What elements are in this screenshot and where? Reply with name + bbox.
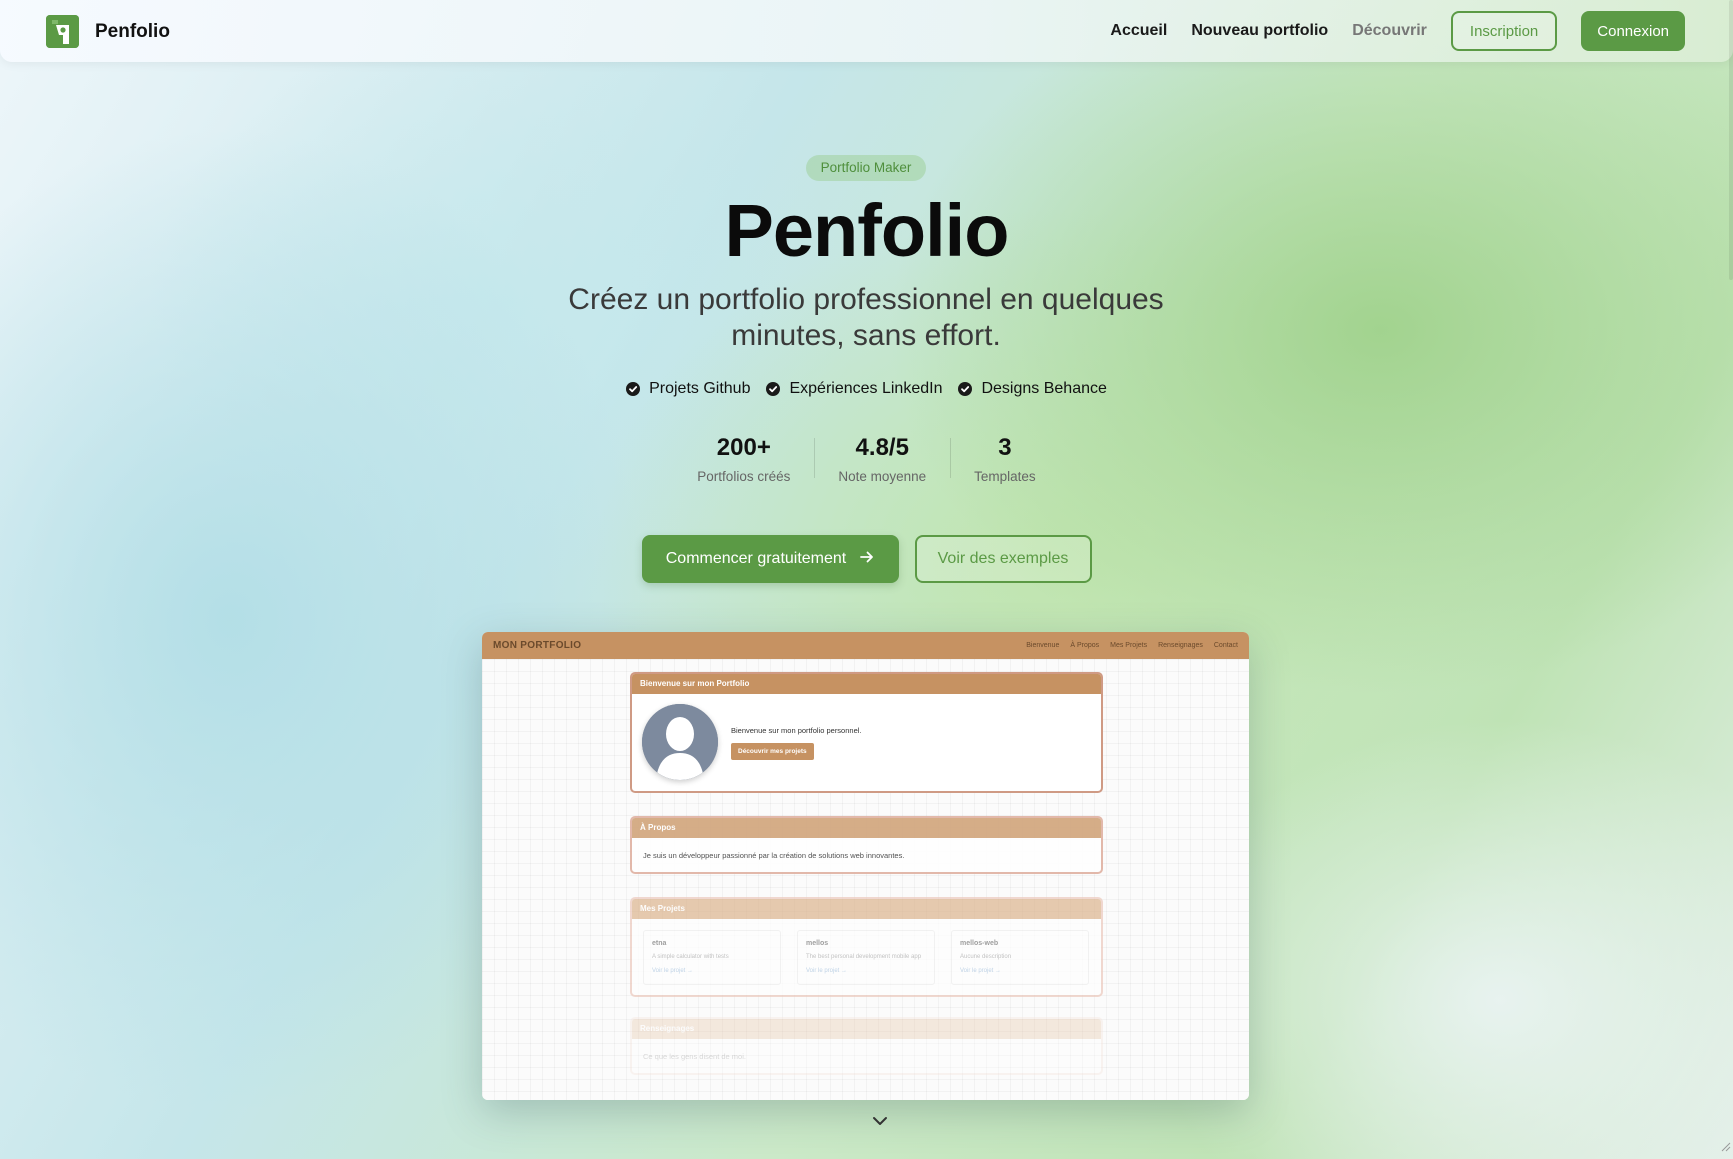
main-nav: Accueil Nouveau portfolio Découvrir Insc… [1110,11,1685,51]
resize-grip-icon[interactable] [1719,1139,1731,1157]
chevron-down-icon[interactable] [872,1113,888,1131]
hero-subtitle: Créez un portfolio professionnel en quel… [568,283,1164,352]
stat-value: 3 [998,434,1012,461]
portfolio-preview: MON PORTFOLIO Bienvenue À Propos Mes Pro… [482,632,1249,1100]
card-title: Mes Projets [632,899,1101,919]
avatar [642,704,718,780]
project-link: Voir le projet → [806,968,848,974]
preview-body: Bienvenue sur mon Portfolio Bienvenue su… [482,659,1249,1100]
preview-nav-item: Mes Projets [1110,642,1148,649]
project-desc: The best personal development mobile app [806,954,922,960]
top-navbar: Penfolio Accueil Nouveau portfolio Décou… [0,0,1733,62]
project-desc: A simple calculator with tests [652,954,729,960]
renseignages-text: Ce que les gens disent de moi. [643,1052,746,1061]
stats-row: 200+ Portfolios créés 4.8/5 Note moyenne… [0,434,1733,484]
preview-welcome-card: Bienvenue sur mon Portfolio Bienvenue su… [630,672,1103,793]
stat-rating: 4.8/5 Note moyenne [814,434,950,484]
brand-link[interactable]: Penfolio [46,15,170,48]
stat-value: 200+ [716,434,771,461]
project-tile: etna A simple calculator with tests Voir… [643,930,781,985]
connexion-button[interactable]: Connexion [1581,11,1685,51]
project-tile: mellos The best personal development mob… [797,930,935,985]
preview-nav-item: Renseignages [1158,642,1203,649]
nav-accueil[interactable]: Accueil [1110,22,1167,40]
card-title: Bienvenue sur mon Portfolio [632,674,1101,694]
preview-nav-item: À Propos [1070,642,1100,649]
preview-navbar: MON PORTFOLIO Bienvenue À Propos Mes Pro… [482,632,1249,659]
feature-label: Expériences LinkedIn [789,380,943,397]
check-circle-icon [766,382,781,396]
cta-row: Commencer gratuitement Voir des exemples [0,535,1733,583]
feature-item: Designs Behance [958,380,1107,398]
check-circle-icon [958,382,973,396]
feature-label: Designs Behance [981,380,1107,397]
preview-projects-card: Mes Projets etna A simple calculator wit… [630,897,1103,997]
preview-nav: Bienvenue À Propos Mes Projets Renseigna… [1015,642,1238,649]
preview-about-card: À Propos Je suis un développeur passionn… [630,816,1103,874]
hero-tag: Portfolio Maker [806,155,926,181]
start-free-label: Commencer gratuitement [665,550,847,567]
stat-label: Portfolios créés [697,469,791,484]
project-name: mellos-web [960,940,999,947]
see-examples-button[interactable]: Voir des exemples [914,535,1092,583]
preview-renseignages-card: Renseignages Ce que les gens disent de m… [630,1017,1103,1075]
preview-nav-item: Bienvenue [1026,642,1060,649]
feature-item: Expériences LinkedIn [766,380,942,398]
brand-name: Penfolio [95,20,170,42]
project-name: etna [652,940,667,947]
penfolio-logo-icon [46,15,79,48]
project-link: Voir le projet → [652,968,694,974]
stat-label: Templates [974,469,1036,484]
stat-label: Note moyenne [838,469,927,484]
check-circle-icon [626,382,641,396]
preview-nav-item: Contact [1213,642,1238,649]
nav-nouveau-portfolio[interactable]: Nouveau portfolio [1191,22,1328,40]
project-tile: mellos-web Aucune description Voir le pr… [951,930,1089,985]
card-title: Renseignages [632,1019,1101,1039]
discover-projects-button: Découvrir mes projets [731,743,814,760]
feature-label: Projets Github [649,380,751,397]
nav-decouvrir[interactable]: Découvrir [1352,22,1427,40]
stat-value: 4.8/5 [855,434,909,461]
welcome-text: Bienvenue sur mon portfolio personnel. [731,726,862,735]
project-name: mellos [806,940,829,947]
stat-templates: 3 Templates [950,434,1060,484]
hero-title: Penfolio [724,189,1010,272]
project-desc: Aucune description [960,954,1012,960]
about-text: Je suis un développeur passionné par la … [643,851,905,860]
feature-list: Projets Github Expériences LinkedIn Desi… [0,380,1733,398]
card-title: À Propos [632,818,1101,838]
arrow-right-icon [860,550,874,568]
preview-brand: MON PORTFOLIO [493,640,582,651]
inscription-button[interactable]: Inscription [1450,11,1558,51]
start-free-button[interactable]: Commencer gratuitement [641,535,899,583]
project-link: Voir le projet → [960,968,1002,974]
feature-item: Projets Github [626,380,750,398]
stat-portfolios: 200+ Portfolios créés [673,434,814,484]
